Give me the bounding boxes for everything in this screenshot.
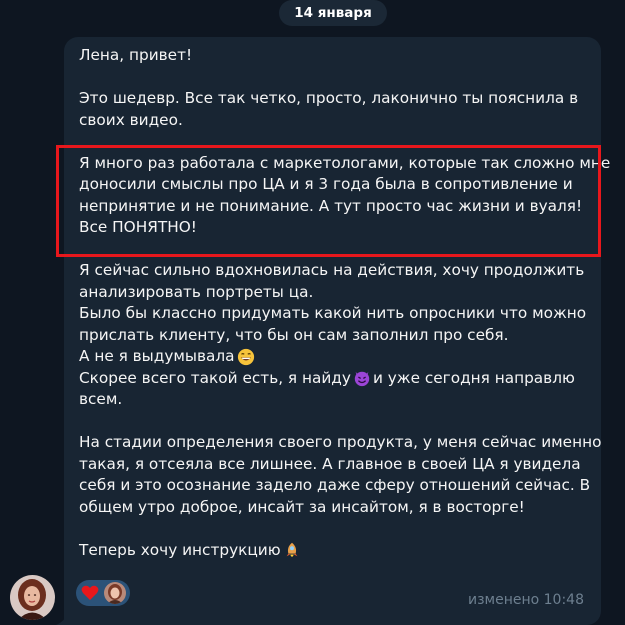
fire-rocket-emoji [286,543,298,557]
heart-icon [80,583,100,603]
message-line: Было бы классно придумать какой нить опр… [79,304,587,322]
reaction-badge[interactable] [76,580,130,606]
sender-avatar[interactable] [10,575,55,620]
message-line: На стадии определения своего продукта, у… [79,433,602,451]
grinning-face-emoji [237,348,254,365]
bubble-tail [56,607,72,625]
message-edited-timestamp: изменено 10:48 [468,592,584,608]
message-line-text: и уже сегодня направлю [372,368,575,387]
smiling-devil-emoji [354,371,370,387]
date-label: 14 января [294,5,372,21]
avatar-image [10,575,55,620]
message-line: такая, я отсеяла все лишнее. А главное в… [79,454,581,473]
message-line-text: Теперь хочу инструкцию [79,540,281,559]
message-line: своих видео. [79,110,183,129]
message-line: А не я выдумывала [79,346,599,368]
message-line: Скорее всего такой есть, я найду и уже с… [79,368,599,390]
message-line: анализировать портреты ца. [79,282,314,301]
message-line: Лена, привет! [79,46,193,64]
message-line: всем. [79,390,123,408]
reactor-avatar [104,582,126,604]
highlight-annotation-box [56,145,601,257]
message-text: Лена, привет! Это шедевр. Все так четко,… [79,45,610,562]
message-line-text: А не я выдумывала [79,347,235,365]
message-line: прислать клиенту, что бы он сам заполнил… [79,325,509,344]
date-separator: 14 января [279,0,387,26]
message-line-text: Скорее всего такой есть, я найду [79,368,351,387]
message-line: Я сейчас сильно вдохновилась на действия… [79,261,585,279]
message-line: Это шедевр. Все так четко, просто, лакон… [79,89,579,107]
message-line: общем утро доброе, инсайт за инсайтом, я… [79,497,525,516]
message-line: Теперь хочу инструкцию [79,540,599,562]
message-line: себя и это осознание задело даже сферу о… [79,476,591,494]
